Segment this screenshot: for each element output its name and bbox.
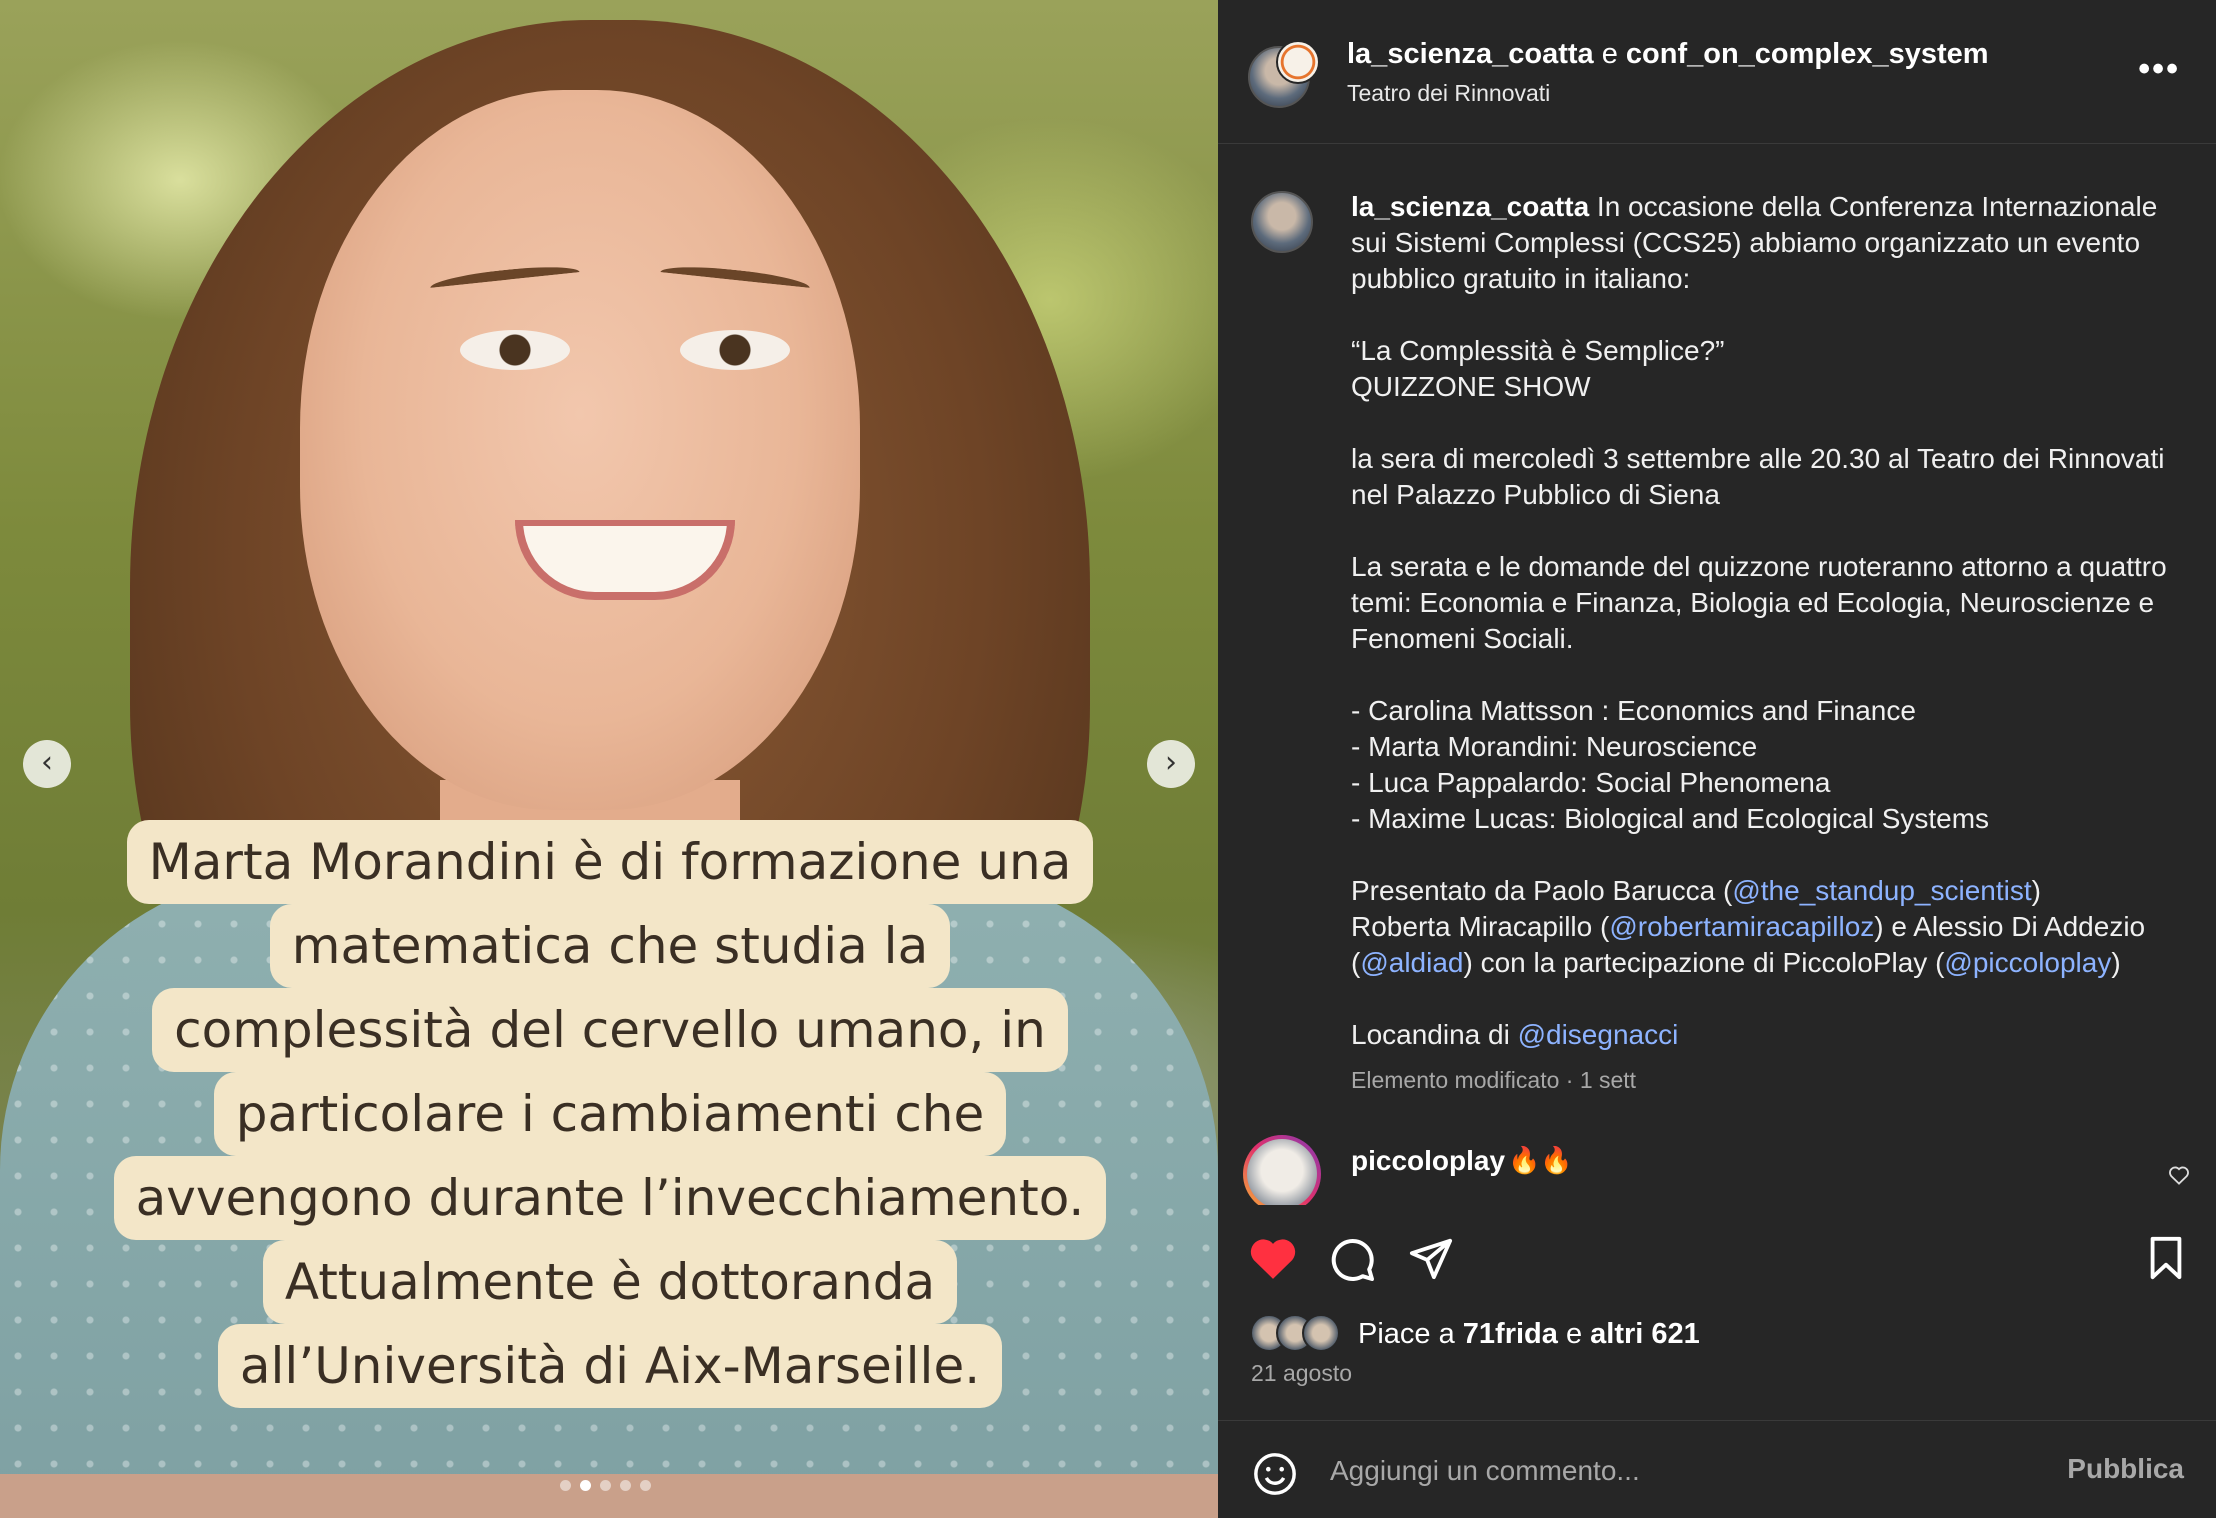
caption-poster-credit: Locandina di @disegnacci (1351, 1017, 2196, 1053)
comment-icon[interactable] (1328, 1235, 1376, 1288)
caption-speaker: - Carolina Mattsson : Economics and Fina… (1351, 695, 1916, 726)
post-media[interactable]: Marta Morandini è di formazione una mate… (0, 0, 1218, 1518)
liker-username[interactable]: 71frida (1463, 1318, 1558, 1350)
post-header: la_scienza_coatta e conf_on_complex_syst… (1218, 0, 2216, 144)
likes-connector: e (1557, 1318, 1591, 1350)
chevron-left-icon[interactable]: ‹ (23, 740, 71, 788)
comment-bar: Pubblica (1218, 1420, 2216, 1518)
likes-count[interactable]: altri 621 (1590, 1318, 1700, 1350)
caption-event-title: “La Complessità è Semplice?” (1351, 335, 1725, 366)
carousel-dot (580, 1480, 591, 1491)
mention-link[interactable]: @piccoloplay (1944, 947, 2111, 978)
caption-text-fragment: Presentato da Paolo Barucca ( (1351, 875, 1733, 906)
authors-connector: e (1593, 38, 1626, 70)
caption-text-fragment: Locandina di (1351, 1019, 1518, 1050)
publish-button[interactable]: Pubblica (2067, 1453, 2184, 1485)
commenter-username[interactable]: piccoloplay (1351, 1145, 1505, 1177)
caption-author-avatar[interactable] (1251, 191, 1313, 253)
likes-prefix: Piace a (1358, 1318, 1463, 1350)
carousel-indicator (560, 1480, 651, 1491)
photo-face (300, 90, 860, 810)
bookmark-icon[interactable] (2146, 1235, 2186, 1286)
media-caption-line: avvengono durante l’invecchiamento. (113, 1156, 1107, 1240)
mention-link[interactable]: @aldiad (1360, 947, 1463, 978)
more-options-icon[interactable]: ••• (2138, 50, 2180, 89)
comments-section[interactable]: la_scienza_coatta In occasione della Con… (1218, 145, 2216, 1205)
caption-speaker: - Marta Morandini: Neuroscience (1351, 731, 1758, 762)
send-icon[interactable] (1408, 1235, 1454, 1286)
caption-event-subtitle: QUIZZONE SHOW (1351, 371, 1591, 402)
caption-presenters: Presentato da Paolo Barucca (@the_standu… (1351, 873, 2196, 981)
caption-text-fragment: ( (1351, 947, 1361, 978)
caption-text-fragment: Roberta Miracapillo ( (1351, 911, 1610, 942)
mention-link[interactable]: @the_standup_scientist (1732, 875, 2031, 906)
media-caption-line: Attualmente è dottoranda (262, 1240, 958, 1324)
likers-avatars[interactable] (1250, 1314, 1350, 1354)
emoji-icon[interactable] (1252, 1451, 1298, 1502)
heart-outline-icon[interactable] (2168, 1161, 2190, 1192)
caption-text-fragment: ) (2031, 875, 2041, 906)
post-location[interactable]: Teatro dei Rinnovati (1347, 80, 1550, 107)
caption-speaker: - Luca Pappalardo: Social Phenomena (1351, 767, 1831, 798)
photo-eye (460, 330, 570, 370)
media-caption-line: Marta Morandini è di formazione una (126, 820, 1094, 904)
post-authors: la_scienza_coatta e conf_on_complex_syst… (1347, 38, 1989, 71)
heart-filled-icon[interactable] (1248, 1235, 1298, 1286)
mention-link[interactable]: @disegnacci (1518, 1019, 1679, 1050)
avatar (1302, 1314, 1340, 1352)
comment-text: 🔥🔥 (1508, 1145, 1573, 1175)
caption-username[interactable]: la_scienza_coatta (1351, 191, 1589, 222)
carousel-dot (560, 1480, 571, 1491)
caption-topics: La serata e le domande del quizzone ruot… (1351, 551, 2167, 654)
media-caption-line: particolare i cambiamenti che (213, 1072, 1007, 1156)
carousel-dot (640, 1480, 651, 1491)
post-side-panel: la_scienza_coatta e conf_on_complex_syst… (1218, 0, 2216, 1518)
caption-text-fragment: ) (2111, 947, 2121, 978)
commenter-avatar[interactable] (1243, 1135, 1321, 1205)
media-caption-line: complessità del cervello umano, in (152, 988, 1068, 1072)
comment-input[interactable] (1330, 1449, 2030, 1493)
caption-speaker: - Maxime Lucas: Biological and Ecologica… (1351, 803, 1990, 834)
caption-meta: Elemento modificato · 1 sett (1351, 1067, 1637, 1093)
media-caption-line: all’Università di Aix-Marseille. (217, 1324, 1003, 1408)
caption-text-fragment: ) con la partecipazione di PiccoloPlay ( (1463, 947, 1945, 978)
caption-text-fragment: ) e Alessio Di Addezio (1874, 911, 2146, 942)
author-username[interactable]: la_scienza_coatta (1347, 38, 1594, 70)
chevron-right-icon[interactable]: › (1147, 740, 1195, 788)
mention-link[interactable]: @robertamiracapilloz (1609, 911, 1874, 942)
photo-eye (680, 330, 790, 370)
carousel-dot (620, 1480, 631, 1491)
post-actions: Piace a 71frida e altri 621 21 agosto (1218, 1205, 2216, 1420)
likes-summary[interactable]: Piace a 71frida e altri 621 (1358, 1318, 1700, 1351)
coauthor-avatar[interactable] (1276, 40, 1320, 84)
coauthor-username[interactable]: conf_on_complex_system (1626, 38, 1989, 70)
media-caption-line: matematica che studia la (269, 904, 951, 988)
media-caption-overlay: Marta Morandini è di formazione una mate… (100, 820, 1120, 1408)
carousel-dot (600, 1480, 611, 1491)
post-caption: la_scienza_coatta In occasione della Con… (1351, 189, 2196, 1053)
post-date[interactable]: 21 agosto (1251, 1360, 1352, 1387)
caption-when-where: la sera di mercoledì 3 settembre alle 20… (1351, 443, 2165, 510)
